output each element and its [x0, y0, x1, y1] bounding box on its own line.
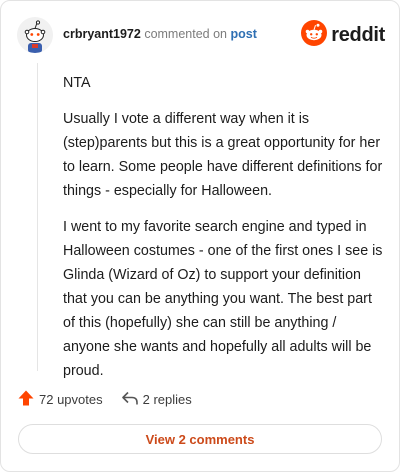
reddit-logo-icon — [301, 20, 328, 51]
reply-arrow-icon — [121, 389, 139, 410]
upvote-arrow-icon — [17, 389, 35, 410]
upvote-button[interactable]: 72 upvotes — [17, 389, 103, 410]
post-link[interactable]: post — [230, 27, 256, 41]
comment-paragraph: NTA — [63, 75, 91, 91]
reply-count: 2 replies — [142, 392, 192, 407]
comment-body: NTA Usually I vote a different way when … — [63, 71, 383, 395]
comment-header: crbryant1972 commented on post reddit — [15, 15, 385, 55]
reddit-logo[interactable]: reddit — [301, 20, 385, 51]
view-comments-button[interactable]: View 2 comments — [18, 424, 382, 454]
comment-meta: crbryant1972 commented on post — [63, 27, 257, 41]
reddit-wordmark: reddit — [331, 24, 385, 46]
reply-button[interactable]: 2 replies — [121, 389, 192, 410]
comment-paragraph: Usually I vote a different way when it i… — [63, 111, 383, 199]
action-text: commented on — [144, 27, 227, 41]
comment-paragraph: I went to my favorite search engine and … — [63, 219, 383, 379]
comment-actions: 72 upvotes 2 replies — [17, 389, 210, 410]
author-name[interactable]: crbryant1972 — [63, 27, 141, 41]
thread-line — [37, 63, 38, 371]
snoo-avatar-icon[interactable] — [17, 17, 53, 53]
comment-card: crbryant1972 commented on post reddit NT… — [0, 0, 400, 472]
upvote-count: 72 upvotes — [39, 392, 103, 407]
